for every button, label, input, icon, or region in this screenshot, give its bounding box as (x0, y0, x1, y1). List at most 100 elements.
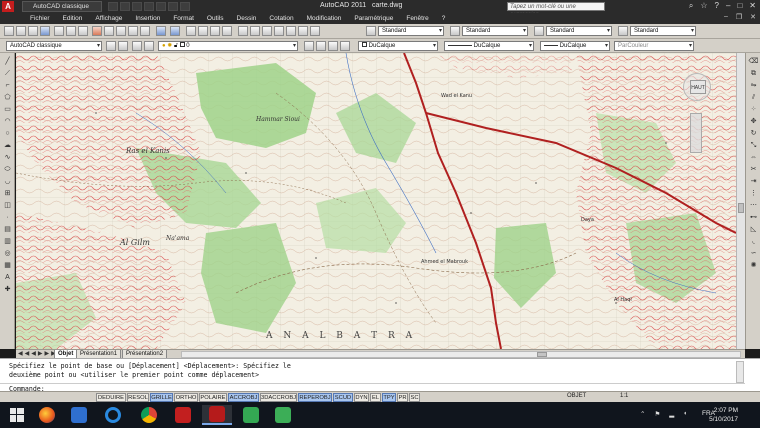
menu-fichier[interactable]: Fichier (30, 15, 50, 22)
spline-icon[interactable]: ∿ (2, 153, 13, 162)
taskbar-camtasia[interactable] (236, 405, 266, 425)
doc-restore-button[interactable]: ❐ (736, 13, 742, 21)
tool-palettes-icon[interactable] (262, 26, 272, 36)
workspace-settings-icon[interactable] (106, 41, 116, 51)
make-object-layer-current-icon[interactable] (304, 41, 314, 51)
block-editor-icon[interactable] (140, 26, 150, 36)
layer-isolate-icon[interactable] (328, 41, 338, 51)
mleader-style-combo[interactable]: Standard (630, 26, 696, 36)
start-button[interactable] (2, 405, 32, 425)
network-icon[interactable]: ▂ (669, 410, 674, 418)
taskbar-firefox[interactable] (32, 405, 62, 425)
rectangle-icon[interactable]: ▭ (2, 105, 13, 114)
model-space-toggle[interactable]: OBJET (567, 393, 586, 399)
polyline-icon[interactable]: ⌐ (2, 81, 13, 90)
text-style-combo[interactable]: Standard (378, 26, 444, 36)
star-icon[interactable]: ☆ (700, 1, 707, 11)
layer-state-icon[interactable] (132, 41, 142, 51)
flag-icon[interactable]: ⚑ (654, 410, 660, 418)
open-icon[interactable] (28, 26, 38, 36)
preview-icon[interactable] (66, 26, 76, 36)
navigation-bar[interactable] (690, 113, 702, 153)
polygon-icon[interactable]: ⬠ (2, 93, 13, 102)
menu-insertion[interactable]: Insertion (135, 15, 160, 22)
binoculars-icon[interactable]: ⌕ (689, 1, 693, 11)
workspace-switcher[interactable]: AutoCAD classique (22, 1, 102, 12)
sheet-set-icon[interactable] (274, 26, 284, 36)
status-tpy-button[interactable]: TPY (382, 393, 396, 402)
new-file-icon[interactable] (108, 2, 118, 11)
menu-dessin[interactable]: Dessin (237, 15, 257, 22)
markup-icon[interactable] (286, 26, 296, 36)
menu-fenetre[interactable]: Fenêtre (406, 15, 428, 22)
status-el-button[interactable]: EL (370, 393, 381, 402)
make-block-icon[interactable]: ◫ (2, 201, 13, 210)
viewcube[interactable]: HAUT (683, 73, 711, 101)
gradient-icon[interactable]: ▥ (2, 237, 13, 246)
break-point-icon[interactable]: ⋮ (748, 189, 759, 198)
redo-toolbar-icon[interactable] (170, 26, 180, 36)
redo-icon[interactable] (168, 2, 178, 11)
zoom-previous-icon[interactable] (222, 26, 232, 36)
circle-icon[interactable]: ○ (2, 129, 13, 138)
save-icon[interactable] (132, 2, 142, 11)
menu-cotation[interactable]: Cotation (269, 15, 293, 22)
color-combo[interactable]: DuCalque (358, 41, 438, 51)
taskbar-internet-explorer[interactable] (98, 405, 128, 425)
status-resol-button[interactable]: RESOL (127, 393, 149, 402)
status-reperobj-button[interactable]: REPEROBJ (298, 393, 332, 402)
rotate-icon[interactable]: ↻ (748, 129, 759, 138)
drawing-area[interactable]: Hammar Sioui Ras el Kanis Al Gilm Na'ama… (16, 53, 736, 349)
workspace-combo[interactable]: AutoCAD classique (6, 41, 102, 51)
doc-minimize-button[interactable]: – (724, 13, 728, 21)
taskbar-acrobat[interactable] (168, 405, 198, 425)
properties-icon[interactable] (238, 26, 248, 36)
line-icon[interactable]: ╱ (2, 57, 13, 66)
trim-icon[interactable]: ✂ (748, 165, 759, 174)
tab-navigation-arrows[interactable]: ◀◀◀▶▶▶ (18, 350, 58, 357)
layer-properties-icon[interactable] (118, 41, 128, 51)
linetype-combo[interactable]: DuCalque (444, 41, 534, 51)
offset-icon[interactable]: ⫽ (748, 93, 759, 102)
mtext-icon[interactable]: A (2, 273, 13, 282)
fillet-icon[interactable]: ◟ (748, 237, 759, 246)
taskbar-chrome[interactable] (134, 405, 164, 425)
annotation-scale[interactable]: 1:1 (620, 393, 628, 399)
autocad-logo-icon[interactable]: A (2, 1, 14, 12)
menu-parametrique[interactable]: Paramétrique (354, 15, 393, 22)
blend-icon[interactable]: ∽ (748, 249, 759, 258)
help-toolbar-icon[interactable] (310, 26, 320, 36)
lineweight-combo[interactable]: DuCalque (540, 41, 610, 51)
maximize-button[interactable]: □ (737, 1, 742, 11)
save-as-icon[interactable] (144, 2, 154, 11)
publish-icon[interactable] (78, 26, 88, 36)
hatch-icon[interactable]: ▤ (2, 225, 13, 234)
viewcube-top-face[interactable]: HAUT (690, 80, 706, 94)
open-file-icon[interactable] (120, 2, 130, 11)
zoom-window-icon[interactable] (210, 26, 220, 36)
copy-icon[interactable] (104, 26, 114, 36)
status-accrobj-button[interactable]: ACCROBJ (228, 393, 259, 402)
scale-icon[interactable]: ⤡ (748, 141, 759, 150)
vertical-scrollbar[interactable] (736, 53, 745, 349)
extend-icon[interactable]: ⇥ (748, 177, 759, 186)
text-style-icon[interactable] (366, 26, 376, 36)
table-style-icon[interactable] (534, 26, 544, 36)
mirror-icon[interactable]: ⇋ (748, 81, 759, 90)
dim-style-combo[interactable]: Standard (462, 26, 528, 36)
plot-icon[interactable] (54, 26, 64, 36)
move-icon[interactable]: ✥ (748, 117, 759, 126)
show-hidden-icons-icon[interactable]: ⌃ (640, 410, 645, 418)
status-deduire-button[interactable]: DEDUIRE (96, 393, 126, 402)
status-pr-button[interactable]: PR (397, 393, 408, 402)
design-center-icon[interactable] (250, 26, 260, 36)
break-icon[interactable]: ⋯ (748, 201, 759, 210)
stretch-icon[interactable]: ⇔ (748, 153, 759, 162)
status-polaire-button[interactable]: POLAIRE (199, 393, 227, 402)
close-button[interactable]: ✕ (749, 1, 756, 11)
menu-edition[interactable]: Edition (63, 15, 83, 22)
array-icon[interactable]: ⁘ (748, 105, 759, 114)
menu-modification[interactable]: Modification (307, 15, 342, 22)
cut-icon[interactable] (92, 26, 102, 36)
ellipse-icon[interactable]: ⬭ (2, 165, 13, 174)
